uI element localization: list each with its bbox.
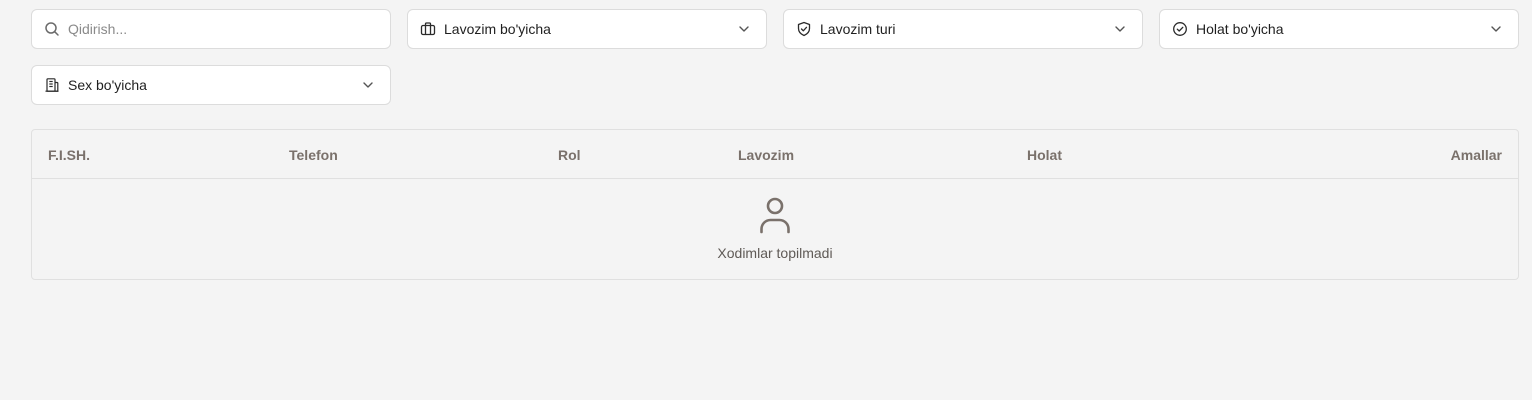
employees-table: F.I.SH. Telefon Rol Lavozim Holat Amalla…: [31, 129, 1519, 280]
position-type-filter-select[interactable]: Lavozim turi: [783, 9, 1143, 49]
status-filter-select[interactable]: Holat bo'yicha: [1159, 9, 1519, 49]
search-input[interactable]: [68, 21, 378, 37]
search-field[interactable]: [31, 9, 391, 49]
position-filter-select[interactable]: Lavozim bo'yicha: [407, 9, 767, 49]
chevron-down-icon: [736, 21, 752, 37]
column-header-name: F.I.SH.: [48, 147, 91, 163]
shop-filter-select[interactable]: Sex bo'yicha: [31, 65, 391, 105]
user-icon: [760, 197, 790, 234]
shop-filter-label: Sex bo'yicha: [68, 77, 147, 93]
status-filter-label: Holat bo'yicha: [1196, 21, 1284, 37]
table-header: F.I.SH. Telefon Rol Lavozim Holat Amalla…: [32, 130, 1518, 179]
column-header-phone: Telefon: [289, 147, 338, 163]
empty-state: Xodimlar topilmadi: [32, 196, 1518, 261]
search-icon: [44, 21, 60, 37]
column-header-position: Lavozim: [738, 147, 795, 163]
chevron-down-icon: [1488, 21, 1504, 37]
chevron-down-icon: [1112, 21, 1128, 37]
column-header-status: Holat: [1027, 147, 1062, 163]
position-type-filter-label: Lavozim turi: [820, 21, 896, 37]
briefcase-icon: [420, 21, 436, 37]
building-icon: [44, 77, 60, 93]
column-header-actions: Amallar: [1450, 147, 1502, 163]
empty-state-message: Xodimlar topilmadi: [717, 245, 833, 261]
position-filter-label: Lavozim bo'yicha: [444, 21, 551, 37]
circle-check-icon: [1172, 21, 1188, 37]
column-header-role: Rol: [558, 147, 581, 163]
chevron-down-icon: [360, 77, 376, 93]
shield-check-icon: [796, 21, 812, 37]
